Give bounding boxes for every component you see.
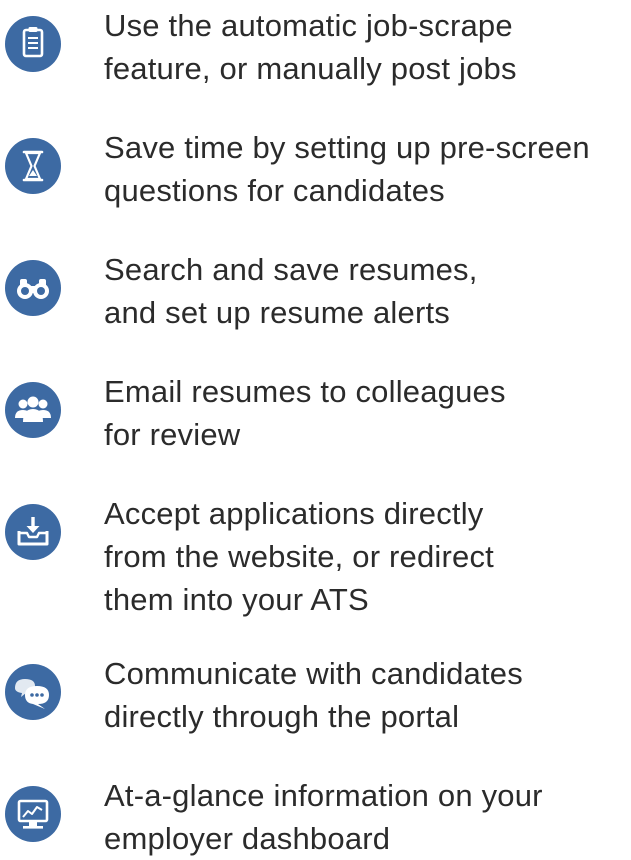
feature-text: Save time by setting up pre-screen quest… bbox=[104, 130, 590, 208]
feature-text: Email resumes to colleagues for review bbox=[104, 374, 506, 452]
feature-list: Use the automatic job-scrape feature, or… bbox=[0, 0, 631, 856]
hourglass-icon bbox=[5, 138, 61, 194]
clipboard-icon bbox=[5, 16, 61, 72]
feature-text: At-a-glance information on your employer… bbox=[104, 778, 543, 856]
dashboard-chart-icon bbox=[5, 786, 61, 842]
group-icon bbox=[5, 382, 61, 438]
feature-text: Search and save resumes, and set up resu… bbox=[104, 252, 478, 330]
feature-text: Communicate with candidates directly thr… bbox=[104, 656, 523, 734]
chat-bubbles-icon bbox=[5, 664, 61, 720]
feature-text: Use the automatic job-scrape feature, or… bbox=[104, 8, 517, 86]
feature-text: Accept applications directly from the we… bbox=[104, 496, 495, 617]
binoculars-icon bbox=[5, 260, 61, 316]
inbox-download-icon bbox=[5, 504, 61, 560]
